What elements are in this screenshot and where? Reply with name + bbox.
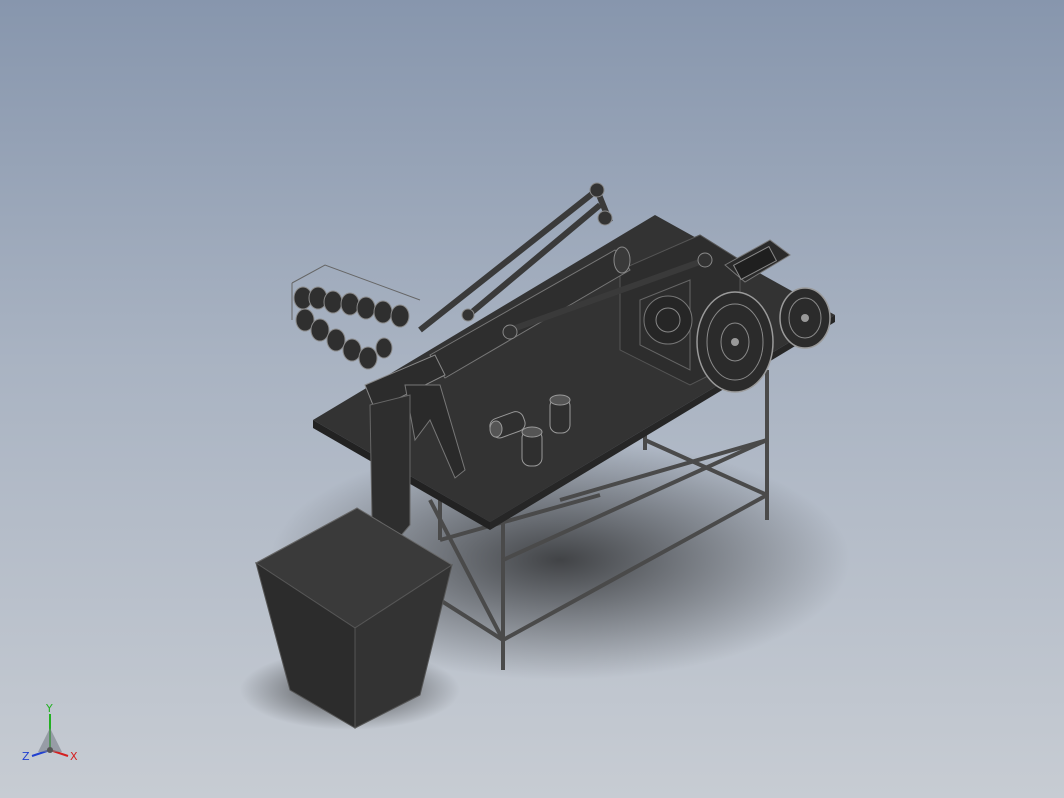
pulley-large: [696, 291, 774, 393]
orientation-triad[interactable]: Y X Z: [18, 700, 88, 770]
z-axis-label: Z: [22, 750, 30, 763]
triad-graphic: Y X Z: [22, 702, 78, 763]
pulley-small: [779, 287, 831, 349]
x-axis-label: X: [70, 750, 78, 763]
y-axis-label: Y: [45, 702, 53, 715]
roller-rack: [291, 264, 421, 370]
cad-viewport[interactable]: Y X Z: [0, 0, 1064, 798]
triad-origin: [47, 747, 53, 753]
3d-model-view[interactable]: [0, 0, 1064, 798]
